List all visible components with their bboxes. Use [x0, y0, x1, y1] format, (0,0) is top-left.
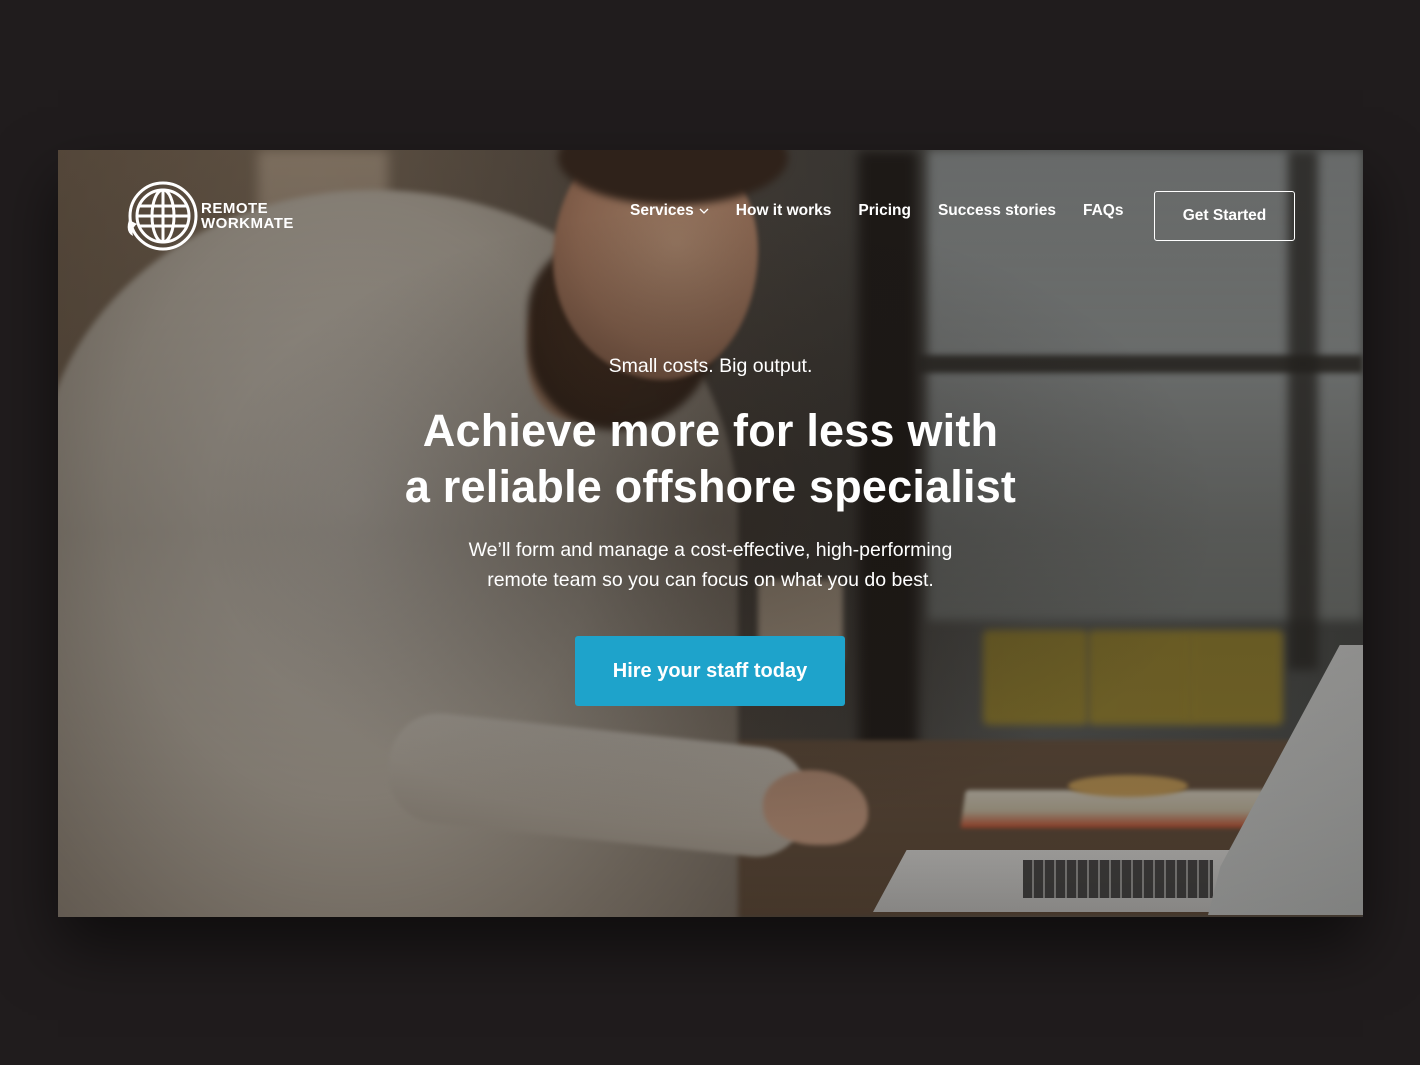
nav-services-label: Services	[630, 202, 694, 219]
nav-services[interactable]: Services	[630, 202, 709, 220]
hero-frame: REMOTE WORKMATE Services How it works Pr…	[58, 150, 1363, 917]
main-nav: Services How it works Pricing Success st…	[630, 202, 1150, 220]
subtext-line-1: We’ll form and manage a cost-effective, …	[468, 539, 953, 561]
nav-how-it-works[interactable]: How it works	[736, 202, 832, 220]
headline-line-1: Achieve more for less with	[422, 405, 999, 456]
get-started-button[interactable]: Get Started	[1154, 191, 1295, 241]
hero-tagline: Small costs. Big output.	[608, 355, 813, 377]
nav-faqs[interactable]: FAQs	[1083, 202, 1123, 220]
nav-pricing[interactable]: Pricing	[858, 202, 911, 220]
hero-subtext: We’ll form and manage a cost-effective, …	[58, 535, 1363, 595]
subtext-line-2: remote team so you can focus on what you…	[487, 569, 934, 591]
logo-line-1: REMOTE	[201, 200, 269, 217]
globe-logo-icon	[127, 181, 198, 251]
logo-wordmark: REMOTE WORKMATE	[201, 201, 294, 231]
logo-line-2: WORKMATE	[201, 215, 294, 232]
headline-line-2: a reliable offshore specialist	[404, 461, 1017, 512]
nav-success-stories[interactable]: Success stories	[938, 202, 1056, 220]
hero-headline: Achieve more for less with a reliable of…	[58, 403, 1363, 515]
chevron-down-icon	[699, 202, 709, 220]
site-logo[interactable]: REMOTE WORKMATE	[123, 180, 323, 252]
hire-staff-button[interactable]: Hire your staff today	[575, 636, 845, 706]
